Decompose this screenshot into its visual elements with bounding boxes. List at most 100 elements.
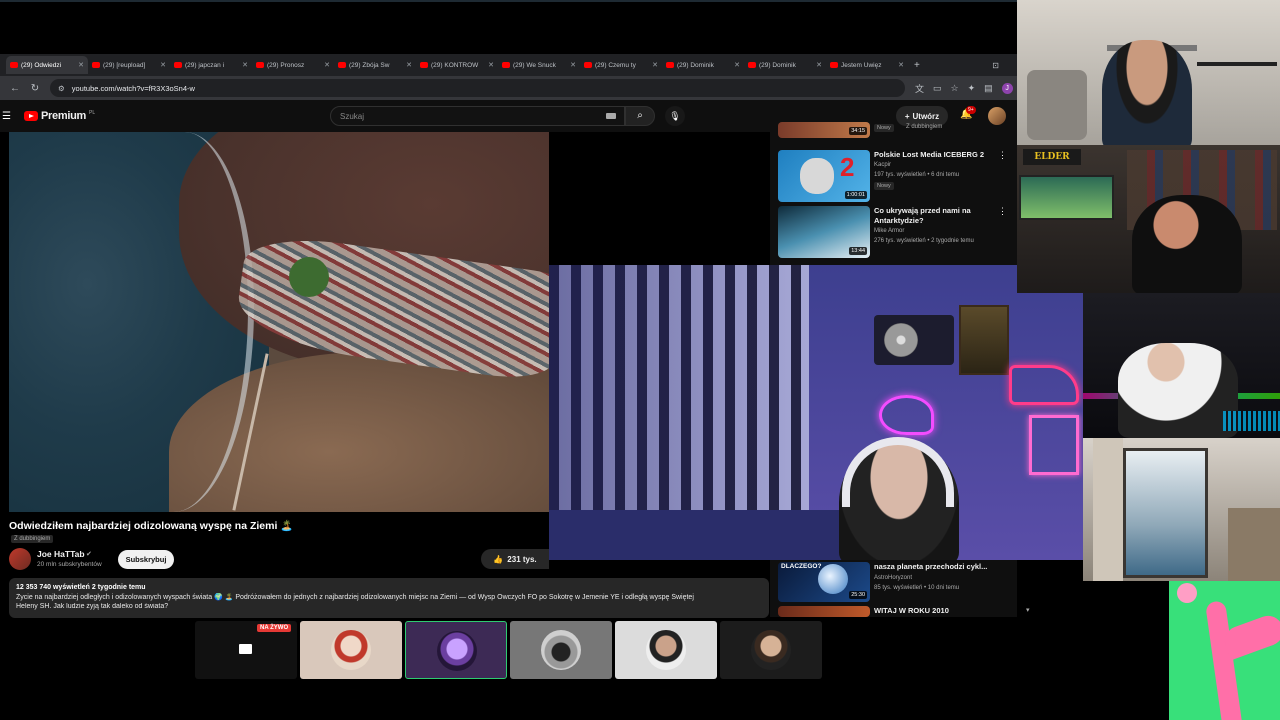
close-tab-icon[interactable]: ✕ — [734, 61, 740, 69]
youtube-favicon-icon — [830, 62, 838, 68]
channel-avatar[interactable] — [9, 548, 31, 570]
sidebar-icon[interactable]: ▤ — [984, 83, 993, 94]
youtube-play-logo-icon — [24, 111, 38, 121]
profile-avatar-icon[interactable]: J — [1001, 82, 1013, 94]
participant-avatar — [437, 631, 477, 671]
youtube-favicon-icon — [666, 62, 674, 68]
cam1-person — [1102, 40, 1192, 145]
participant-tile[interactable] — [615, 621, 717, 679]
reload-icon[interactable]: ↻ — [30, 83, 40, 94]
search-icon: ⌕ — [637, 110, 643, 121]
participant-tile[interactable] — [720, 621, 822, 679]
participant-tile[interactable] — [510, 621, 612, 679]
guest-cam-1 — [1017, 0, 1280, 145]
tab-2[interactable]: (29) japczan i ✕ — [170, 56, 252, 74]
cam3-keyboard — [1223, 411, 1280, 431]
cam2-logo: ELDER — [1023, 149, 1081, 165]
menu-hamburger-icon[interactable]: ☰ — [2, 111, 12, 122]
close-tab-icon[interactable]: ✕ — [160, 61, 166, 69]
close-tab-icon[interactable]: ✕ — [816, 61, 822, 69]
new-tab-button[interactable]: + — [914, 60, 920, 71]
account-avatar[interactable] — [988, 107, 1006, 125]
cam2-person — [1132, 195, 1242, 293]
decorative-plant-art — [1169, 581, 1280, 720]
youtube-favicon-icon — [584, 62, 592, 68]
like-button[interactable]: 👍 231 tys. — [481, 549, 549, 569]
more-options-icon[interactable]: ⋮ — [998, 206, 1007, 217]
rec-thumbnail — [778, 606, 870, 617]
youtube-logo[interactable]: Premium PL — [24, 110, 95, 122]
tab-6[interactable]: (29) We Snuck ✕ — [498, 56, 580, 74]
view-stats: 12 353 740 wyświetleń 2 tygodnie temu — [16, 584, 146, 591]
cam1-mic-arm — [1197, 62, 1277, 66]
description-box[interactable]: 12 353 740 wyświetleń 2 tygodnie temu Ży… — [9, 578, 769, 618]
live-badge: NA ŻYWO — [257, 624, 292, 632]
voice-search-button[interactable]: 🎙 — [665, 106, 685, 126]
create-button[interactable]: + Utwórz — [896, 106, 948, 126]
close-tab-icon[interactable]: ✕ — [324, 61, 330, 69]
video-title: Odwiedziłem najbardziej odizolowaną wysp… — [9, 520, 294, 532]
translate-icon[interactable]: 文 — [915, 82, 924, 95]
close-tab-icon[interactable]: ✕ — [652, 61, 658, 69]
scroll-down-arrow-icon[interactable]: ▾ — [1026, 606, 1030, 614]
channel-name[interactable]: Joe HaTTab — [37, 549, 85, 559]
tab-1[interactable]: (29) [reupload] ✕ — [88, 56, 170, 74]
bookmark-star-icon[interactable]: ☆ — [951, 83, 959, 94]
extensions-puzzle-icon[interactable]: ✦ — [968, 83, 976, 94]
participant-tile[interactable] — [405, 621, 507, 679]
neon-panther-sign — [879, 395, 934, 435]
cam1-chair — [1027, 70, 1087, 140]
dubbing-badge: Z dubbingiem — [11, 535, 54, 543]
youtube-favicon-icon — [256, 62, 264, 68]
streamer-webcam — [549, 265, 1083, 560]
close-tab-icon[interactable]: ✕ — [898, 61, 904, 69]
back-arrow-icon[interactable]: ← — [10, 83, 20, 94]
minimize-window-icon[interactable]: ⊡ — [992, 61, 999, 70]
thumbs-up-icon: 👍 — [493, 554, 504, 564]
tab-7[interactable]: (29) Czemu ty ✕ — [580, 56, 662, 74]
guest-cam-4 — [1083, 438, 1280, 581]
rec-thumbnail: 34:15 — [778, 122, 870, 138]
webcam-vinyl-frame — [874, 315, 954, 365]
participant-avatar — [646, 630, 686, 670]
site-info-icon[interactable]: ⚙ — [58, 84, 65, 93]
search-input[interactable]: Szukaj — [330, 106, 625, 126]
close-tab-icon[interactable]: ✕ — [242, 61, 248, 69]
plant-stem — [1205, 600, 1243, 720]
browser-tabstrip: (29) Odwiedzi ✕ (29) [reupload] ✕ (29) jap… — [0, 54, 1017, 76]
rec-new-badge: Nowy — [874, 124, 894, 132]
tab-10[interactable]: Jestem Uwięz ✕ — [826, 56, 908, 74]
url-field[interactable]: ⚙ youtube.com/watch?v=fR3X3oSn4-w — [50, 79, 905, 97]
more-options-icon[interactable]: ⋮ — [998, 150, 1007, 161]
participant-tile[interactable] — [300, 621, 402, 679]
tab-3[interactable]: (29) Pronosz ✕ — [252, 56, 334, 74]
verified-check-icon: ✔ — [86, 551, 92, 558]
screen-share-icon — [239, 644, 252, 654]
tab-4[interactable]: (29) Zbója Św ✕ — [334, 56, 416, 74]
teddy-bear-thumb — [800, 158, 834, 194]
plant-bud — [1177, 583, 1197, 603]
close-tab-icon[interactable]: ✕ — [570, 61, 576, 69]
keyboard-icon[interactable] — [606, 113, 616, 119]
participant-avatar — [331, 630, 371, 670]
webcam-painting — [959, 305, 1009, 375]
webcam-bed — [549, 510, 849, 560]
video-player[interactable] — [9, 132, 549, 512]
search-button[interactable]: ⌕ — [625, 106, 655, 126]
youtube-favicon-icon — [174, 62, 182, 68]
tab-0[interactable]: (29) Odwiedzi ✕ — [6, 56, 88, 74]
cast-icon[interactable]: ▭ — [933, 83, 942, 94]
participant-tile-screen[interactable]: NA ŻYWO — [195, 621, 297, 679]
tab-8[interactable]: (29) Dominik ✕ — [662, 56, 744, 74]
close-tab-icon[interactable]: ✕ — [406, 61, 412, 69]
youtube-favicon-icon — [748, 62, 756, 68]
tab-9[interactable]: (29) Dominik ✕ — [744, 56, 826, 74]
close-tab-icon[interactable]: ✕ — [78, 61, 84, 69]
subscriber-count: 20 mln subskrybentów — [37, 561, 102, 568]
cam4-window — [1123, 448, 1208, 578]
guest-cam-3 — [1083, 293, 1280, 438]
rec-dub-badge: Z dubbingiem — [906, 124, 943, 130]
tab-5[interactable]: (29) KONTROW ✕ — [416, 56, 498, 74]
subscribe-button[interactable]: Subskrybuj — [118, 550, 174, 569]
close-tab-icon[interactable]: ✕ — [488, 61, 494, 69]
